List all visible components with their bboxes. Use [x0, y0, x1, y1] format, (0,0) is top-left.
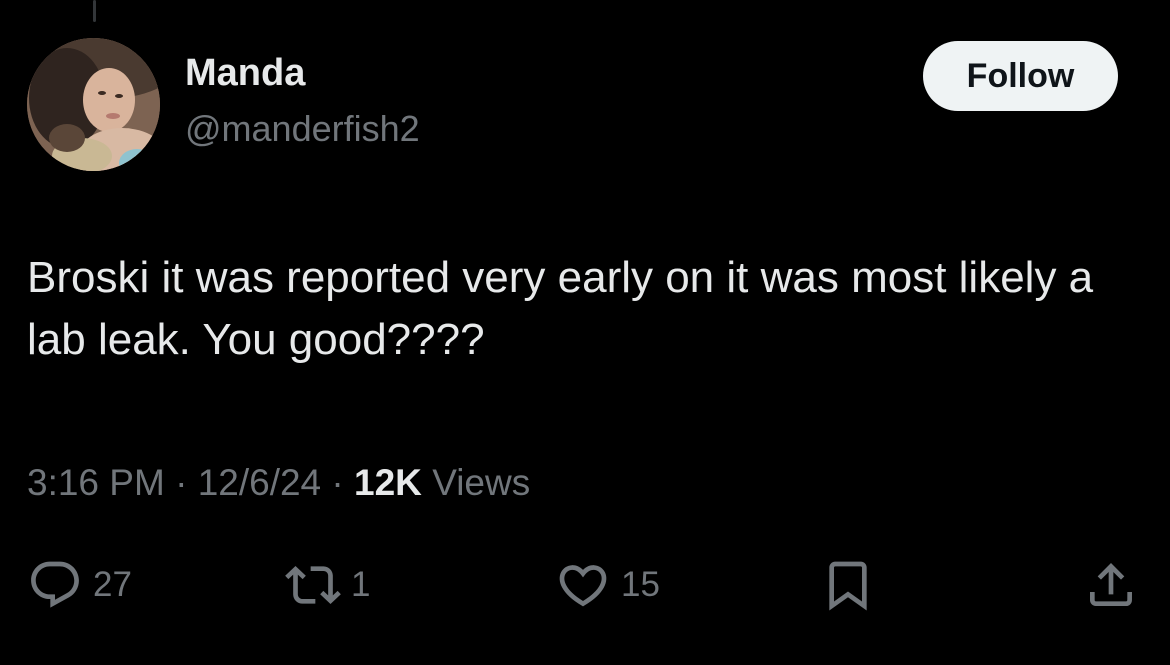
meta-separator: · [175, 462, 188, 503]
reply-count: 27 [93, 565, 132, 604]
share-button[interactable] [1083, 555, 1139, 615]
follow-button[interactable]: Follow [923, 41, 1118, 111]
meta-separator: · [331, 462, 344, 503]
bookmark-icon [829, 561, 867, 611]
views-label: Views [432, 462, 531, 503]
user-handle[interactable]: @manderfish2 [185, 108, 420, 150]
bookmark-button[interactable] [820, 555, 876, 615]
views-count: 12K [354, 462, 422, 503]
like-button[interactable]: 15 [555, 555, 660, 615]
action-bar: 27 1 15 [0, 555, 1170, 615]
tweet-time[interactable]: 3:16 PM [27, 462, 165, 503]
repost-button[interactable]: 1 [285, 555, 370, 615]
avatar[interactable] [27, 38, 160, 171]
tweet-meta: 3:16 PM · 12/6/24 · 12K Views [27, 462, 530, 504]
avatar-image [27, 38, 160, 171]
tweet-text: Broski it was reported very early on it … [27, 253, 1094, 364]
reply-icon [31, 561, 79, 608]
repost-count: 1 [351, 565, 371, 604]
display-name[interactable]: Manda [185, 52, 305, 95]
tweet-date[interactable]: 12/6/24 [198, 462, 321, 503]
like-count: 15 [621, 565, 660, 604]
thread-connector-line [93, 0, 96, 22]
heart-icon [559, 565, 607, 607]
reply-button[interactable]: 27 [27, 555, 132, 615]
share-icon [1090, 563, 1132, 606]
repost-icon [285, 566, 341, 604]
